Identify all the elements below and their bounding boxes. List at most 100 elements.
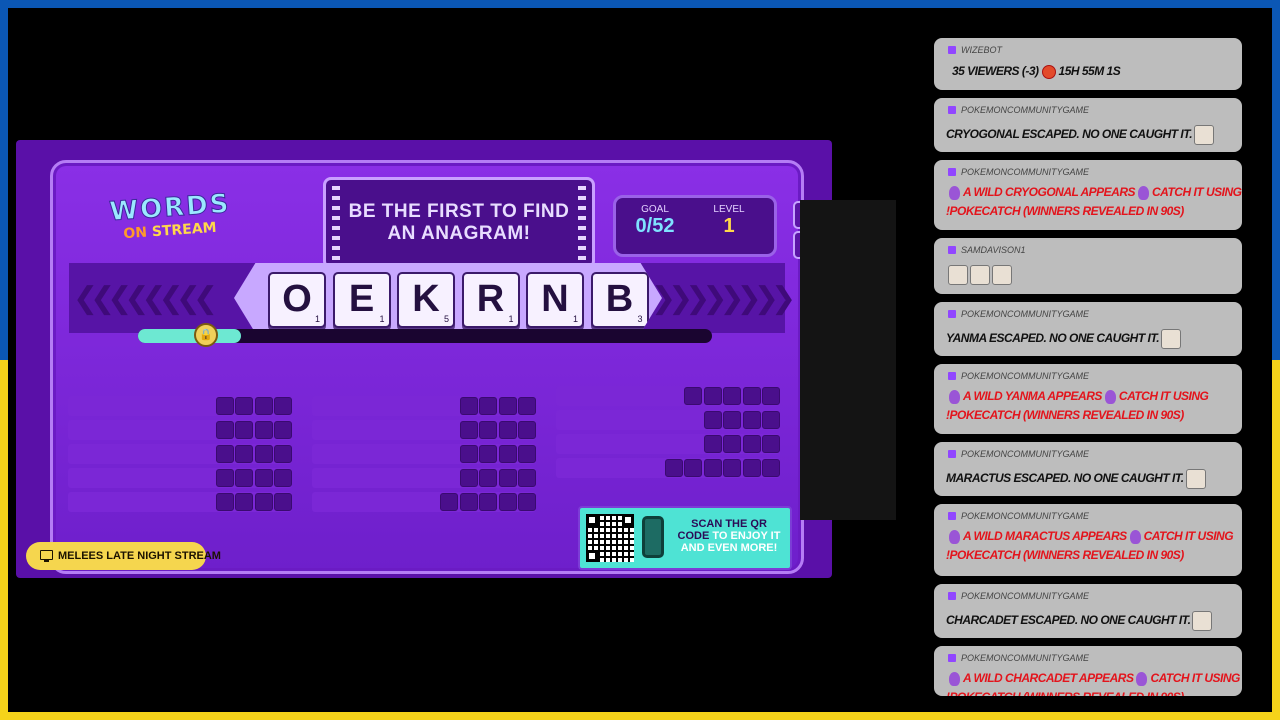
chat-username: POKEMONCOMMUNITYGAME xyxy=(961,371,1090,381)
goal-label: GOAL xyxy=(641,204,669,215)
timer-fill xyxy=(138,329,242,343)
letter-slot xyxy=(215,445,234,463)
tile-score: 1 xyxy=(572,314,578,324)
letter-slot xyxy=(459,421,478,439)
qr-line1: SCAN THE QR xyxy=(691,518,767,530)
chat-text: MARACTUS ESCAPED. NO ONE CAUGHT IT. xyxy=(946,469,1206,489)
word-slot-row xyxy=(556,410,780,430)
goal-stat: GOAL 0/52 xyxy=(620,204,690,238)
letter-slot xyxy=(518,493,536,511)
letter-slot xyxy=(274,397,292,415)
headline: BE THE FIRST TO FIND AN ANAGRAM! xyxy=(349,201,570,245)
chat-text-line2: !POKECATCH (WINNERS REVEALED IN 90S) xyxy=(946,408,1184,422)
alarm-clock-icon xyxy=(1041,64,1056,79)
letter-tray: O1E1K5R1N1B3 xyxy=(234,263,662,333)
letter-slot xyxy=(254,421,273,439)
qr-finder xyxy=(622,514,634,526)
word-slot-row xyxy=(312,396,536,416)
chat-message: POKEMONCOMMUNITYGAME YANMA ESCAPED. NO ON… xyxy=(934,302,1242,356)
qr-line2a: CODE xyxy=(677,530,710,542)
letter-slot xyxy=(518,397,536,415)
chat-message: POKEMONCOMMUNITYGAME CHARCADET ESCAPED. N… xyxy=(934,584,1242,638)
letter-slot xyxy=(459,445,478,463)
letter-slot xyxy=(274,493,292,511)
letter-slot xyxy=(498,469,517,487)
chat-text: YANMA ESCAPED. NO ONE CAUGHT IT. xyxy=(946,329,1182,349)
letter-slot xyxy=(498,493,517,511)
letter-slot xyxy=(479,469,497,487)
emote-icon xyxy=(948,265,968,285)
chat-text-line2: !POKECATCH (WINNERS REVEALED IN 90S) xyxy=(946,204,1184,218)
letter-slot xyxy=(440,493,458,511)
letter-slot xyxy=(723,459,741,477)
headline-line2: AN ANAGRAM! xyxy=(387,223,531,244)
letter-slot xyxy=(215,469,234,487)
letter-slot xyxy=(479,397,497,415)
letter-slot xyxy=(274,469,292,487)
letter-slot xyxy=(703,435,722,453)
twitch-icon xyxy=(948,654,956,662)
twitch-icon xyxy=(948,592,956,600)
emote-icon xyxy=(1194,125,1215,145)
qr-line2: CODE TO ENJOY IT xyxy=(670,530,788,542)
chat-username: SAMDAVISON1 xyxy=(961,245,1026,255)
purple-flame-icon xyxy=(949,185,960,200)
letter-tile: R1 xyxy=(461,272,520,328)
qr-finder xyxy=(586,514,598,526)
phone-icon xyxy=(642,516,664,558)
chat-username: POKEMONCOMMUNITYGAME xyxy=(961,653,1090,663)
emote-icon xyxy=(1161,329,1182,349)
letter-tile: E1 xyxy=(332,272,391,328)
letter-slot xyxy=(215,421,234,439)
letter-slot xyxy=(518,445,536,463)
letter-slot xyxy=(762,459,780,477)
letter-slot xyxy=(703,459,722,477)
word-slot-row xyxy=(556,386,780,406)
chat-username: POKEMONCOMMUNITYGAME xyxy=(961,449,1090,459)
qr-promo-card[interactable]: SCAN THE QR CODE TO ENJOY IT AND EVEN MO… xyxy=(578,506,792,570)
letter-slot xyxy=(723,411,741,429)
chat-username: POKEMONCOMMUNITYGAME xyxy=(961,511,1090,521)
letter-slot xyxy=(742,435,761,453)
chat-username: POKEMONCOMMUNITYGAME xyxy=(961,591,1090,601)
letter-slot xyxy=(459,493,478,511)
chat-text-segment: A WILD YANMA APPEARS xyxy=(963,389,1102,403)
chat-text-segment: A WILD MARACTUS APPEARS xyxy=(963,529,1127,543)
chat-text-segment: MARACTUS ESCAPED. NO ONE CAUGHT IT. xyxy=(946,471,1184,486)
letter-slot xyxy=(274,421,292,439)
tile-score: 1 xyxy=(379,314,385,324)
emote-icon xyxy=(992,265,1012,285)
tile-score: 5 xyxy=(443,314,449,324)
letter-tile: N1 xyxy=(526,272,584,328)
twitch-icon xyxy=(948,246,956,254)
letter-tile: B3 xyxy=(590,272,649,328)
twitch-icon xyxy=(948,168,956,176)
letter-slot xyxy=(479,493,497,511)
level-value: 1 xyxy=(723,215,735,237)
headline-line1: BE THE FIRST TO FIND xyxy=(348,201,570,222)
logo-stream: STREAM xyxy=(151,219,218,241)
letter-slot xyxy=(762,435,780,453)
word-slot-row xyxy=(556,434,780,454)
twitch-icon xyxy=(948,372,956,380)
chat-username: POKEMONCOMMUNITYGAME xyxy=(961,167,1090,177)
word-slot-row xyxy=(312,420,536,440)
chat-text: CRYOGONAL ESCAPED. NO ONE CAUGHT IT. xyxy=(946,125,1215,145)
chat-text-segment: CRYOGONAL ESCAPED. NO ONE CAUGHT IT. xyxy=(946,127,1193,142)
qr-finder xyxy=(586,550,598,562)
letter-slot xyxy=(723,435,741,453)
qr-line3: AND EVEN MORE! xyxy=(680,542,778,554)
qr-text: SCAN THE QR CODE TO ENJOY IT AND EVEN MO… xyxy=(670,518,788,554)
letter-slot xyxy=(215,493,234,511)
logo-on: ON xyxy=(122,224,148,243)
emote-icon xyxy=(1192,611,1213,631)
word-slot-row xyxy=(312,468,536,488)
letter-slot xyxy=(459,469,478,487)
word-slot-row xyxy=(68,444,292,464)
chat-text-segment: CATCH IT USING xyxy=(1118,389,1209,403)
letter-slot xyxy=(235,445,253,463)
purple-flame-icon xyxy=(1104,389,1116,404)
purple-flame-icon xyxy=(1136,671,1148,686)
tile-score: 1 xyxy=(508,314,514,324)
word-slot-row xyxy=(312,492,536,512)
